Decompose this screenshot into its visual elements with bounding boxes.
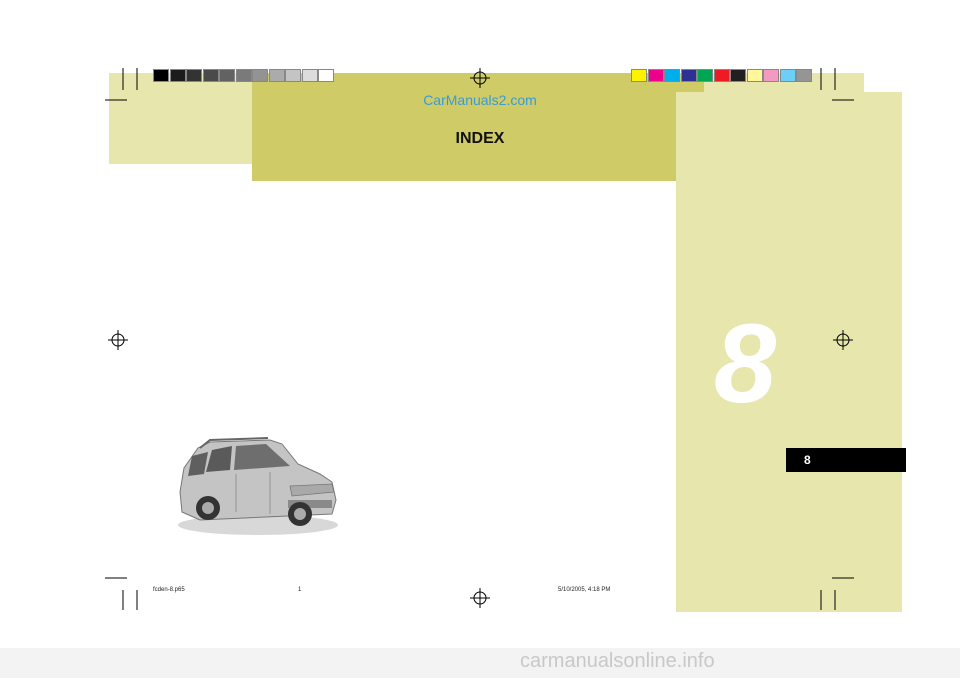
footer-timestamp: 5/10/2005, 4:18 PM [558,587,611,593]
chapter-tab[interactable]: 8 [786,448,906,472]
registration-mark-right [833,330,853,350]
bottom-watermark[interactable]: carmanualsonline.info [520,650,715,673]
carmanuals-watermark[interactable]: CarManuals2.com [400,92,560,108]
registration-mark-top [470,68,490,88]
footer-filename: fcden-8.p65 [153,587,185,593]
footer-page-number: 1 [298,587,302,593]
registration-mark-bottom [470,588,490,608]
car-illustration [178,437,338,535]
chapter-number: 8 [713,301,777,426]
bottom-watermark-band [0,648,960,678]
page-title: INDEX [455,130,505,147]
registration-mark-left [108,330,128,350]
